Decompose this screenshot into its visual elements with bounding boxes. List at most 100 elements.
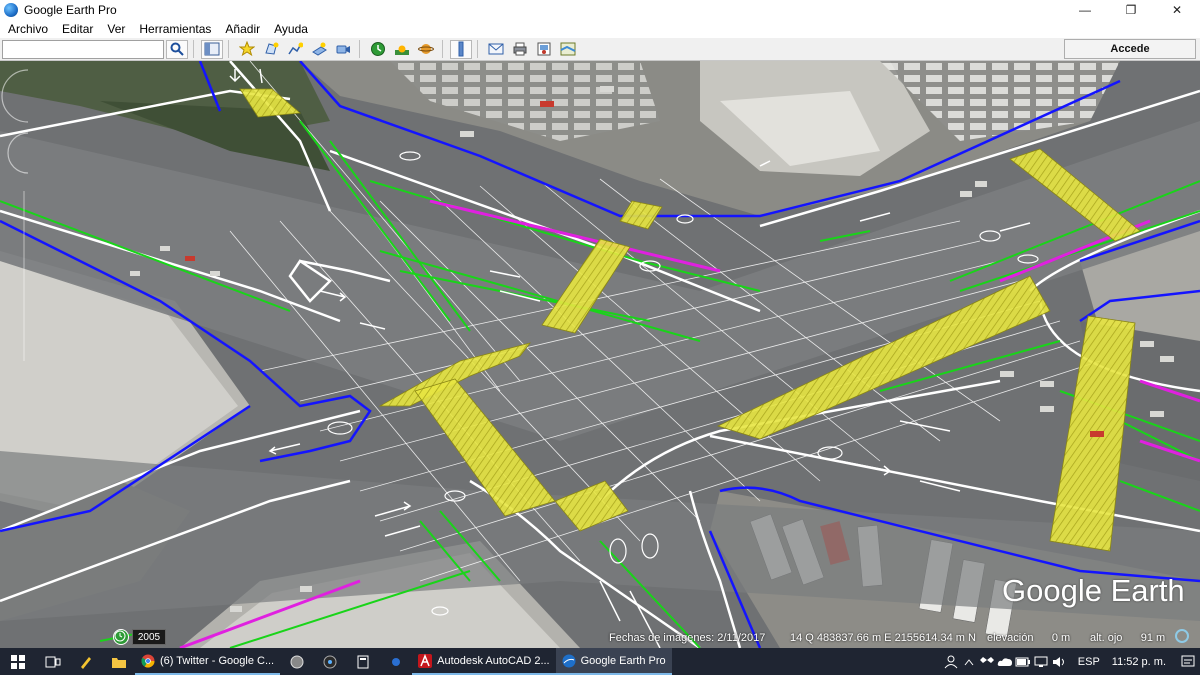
window-title: Google Earth Pro	[24, 3, 117, 17]
menu-editar[interactable]: Editar	[54, 22, 99, 36]
elevation-label: elevación 0 m	[987, 632, 1071, 644]
taskbar-app-label: Autodesk AutoCAD 2...	[437, 654, 550, 667]
windows-logo-icon	[11, 654, 25, 669]
toolbar-separator	[228, 40, 229, 58]
ruler-button[interactable]	[450, 39, 472, 59]
sidebar-toggle-button[interactable]	[201, 39, 223, 59]
historical-imagery-icon	[371, 42, 385, 56]
sidebar-icon	[204, 42, 220, 56]
search-icon	[170, 42, 184, 56]
people-button[interactable]	[942, 648, 960, 675]
taskbar-app-autocad[interactable]: Autodesk AutoCAD 2...	[412, 648, 556, 675]
streaming-indicator-icon	[1175, 629, 1189, 643]
onedrive-tray-button[interactable]	[996, 648, 1014, 675]
add-polygon-button[interactable]	[260, 40, 282, 59]
app-icon	[391, 657, 400, 666]
menu-ayuda[interactable]: Ayuda	[266, 22, 314, 36]
toolbar-separator	[359, 40, 360, 58]
sunlight-button[interactable]	[391, 40, 413, 59]
start-button[interactable]	[0, 648, 36, 675]
navigation-controls[interactable]	[0, 61, 28, 648]
polygon-icon	[265, 42, 279, 55]
pinned-app-button[interactable]	[280, 648, 313, 675]
system-tray: ESP 11:52 p. m.	[942, 648, 1200, 675]
taskbar-app-chrome[interactable]: (6) Twitter - Google C...	[135, 648, 281, 675]
save-image-button[interactable]	[533, 40, 555, 59]
speaker-icon	[1052, 656, 1064, 667]
google-earth-watermark: Google Earth	[1002, 573, 1185, 608]
search-input[interactable]	[2, 39, 164, 59]
paint-icon	[80, 656, 91, 669]
folder-icon	[111, 657, 126, 668]
email-button[interactable]	[485, 40, 507, 59]
sunlight-icon	[395, 45, 409, 55]
menu-herramientas[interactable]: Herramientas	[131, 22, 217, 36]
toolbar-separator	[442, 40, 443, 58]
placemark-icon	[239, 41, 255, 57]
eye-altitude-label: alt. ojo 91 m	[1090, 632, 1166, 644]
map-viewport[interactable]: Google Earth 2005 Fechas de imágenes: 2/…	[0, 61, 1200, 648]
volume-tray-button[interactable]	[1050, 648, 1068, 675]
minimize-button[interactable]: —	[1062, 0, 1108, 20]
pinned-app-button[interactable]	[69, 648, 102, 675]
record-tour-button[interactable]	[332, 40, 354, 59]
toolbar-separator	[477, 40, 478, 58]
network-icon	[1034, 656, 1048, 667]
menu-archivo[interactable]: Archivo	[0, 22, 54, 36]
imagery-year-badge[interactable]: 2005	[132, 629, 166, 645]
add-placemark-button[interactable]	[236, 40, 258, 59]
dropbox-icon	[979, 656, 994, 663]
google-earth-window: Google Earth Pro — ❐ ✕ Archivo Editar Ve…	[0, 0, 1200, 675]
view-in-maps-icon	[560, 42, 576, 56]
chevron-up-icon	[964, 658, 974, 665]
toolbar-separator	[193, 40, 194, 58]
clock[interactable]: 11:52 p. m.	[1112, 656, 1166, 668]
globe-icon	[290, 655, 304, 668]
image-overlay-icon	[312, 42, 327, 56]
chrome-icon	[141, 654, 155, 667]
toolbar	[0, 38, 1200, 61]
notification-icon	[1181, 655, 1195, 666]
view-in-maps-button[interactable]	[557, 40, 579, 59]
calculator-button[interactable]	[346, 648, 379, 675]
input-language[interactable]: ESP	[1078, 656, 1100, 668]
google-earth-icon	[4, 3, 18, 17]
email-icon	[488, 43, 504, 55]
taskbar-app-google-earth[interactable]: Google Earth Pro	[555, 648, 672, 675]
network-tray-button[interactable]	[1032, 648, 1050, 675]
media-player-icon	[323, 655, 337, 668]
task-view-button[interactable]	[36, 648, 69, 675]
file-explorer-button[interactable]	[102, 648, 135, 675]
pinned-app-button[interactable]	[379, 648, 412, 675]
menu-anadir[interactable]: Añadir	[217, 22, 266, 36]
print-icon	[513, 42, 527, 56]
search-button[interactable]	[166, 39, 188, 59]
add-image-overlay-button[interactable]	[308, 40, 330, 59]
menu-ver[interactable]: Ver	[99, 22, 131, 36]
people-icon	[944, 655, 958, 668]
maximize-button[interactable]: ❐	[1108, 0, 1154, 20]
planets-button[interactable]	[415, 40, 437, 59]
dropbox-tray-button[interactable]	[978, 648, 996, 675]
historical-imagery-button[interactable]	[367, 40, 389, 59]
add-path-button[interactable]	[284, 40, 306, 59]
show-hidden-icons-button[interactable]	[960, 648, 978, 675]
cloud-icon	[997, 657, 1012, 666]
window-controls: — ❐ ✕	[1062, 0, 1200, 20]
record-tour-icon	[336, 45, 350, 54]
historical-imagery-toggle[interactable]	[113, 629, 129, 645]
taskbar: (6) Twitter - Google C... Autodesk AutoC…	[0, 648, 1200, 675]
battery-tray-button[interactable]	[1014, 648, 1032, 675]
print-button[interactable]	[509, 40, 531, 59]
clock-icon	[114, 630, 126, 642]
pinned-app-button[interactable]	[313, 648, 346, 675]
menu-bar: Archivo Editar Ver Herramientas Añadir A…	[0, 20, 1200, 38]
login-button[interactable]: Accede	[1064, 39, 1196, 59]
path-icon	[288, 42, 303, 55]
battery-icon	[1015, 657, 1030, 666]
google-earth-icon	[562, 654, 576, 667]
taskbar-app-label: (6) Twitter - Google C...	[160, 654, 275, 667]
task-view-icon	[45, 656, 60, 667]
close-button[interactable]: ✕	[1154, 0, 1200, 20]
action-center-button[interactable]	[1176, 648, 1200, 675]
